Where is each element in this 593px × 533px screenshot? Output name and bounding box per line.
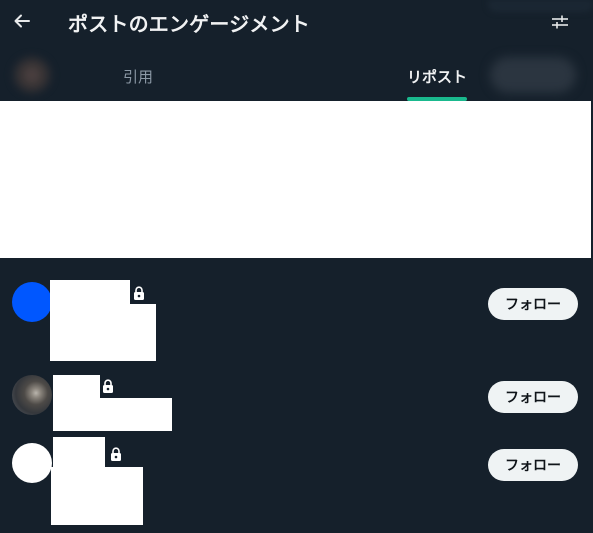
top-bar: ポストのエンゲージメント (0, 0, 593, 44)
tab-reposts[interactable]: リポスト (395, 50, 479, 101)
avatar[interactable] (12, 375, 52, 415)
follow-button[interactable]: フォロー (488, 449, 578, 481)
user-list-item[interactable]: フォロー (0, 276, 593, 366)
tab-quotes[interactable]: 引用 (100, 50, 176, 101)
page-title: ポストのエンゲージメント (68, 12, 310, 36)
tab-bar: 引用 リポスト (0, 50, 593, 101)
settings-button[interactable] (547, 9, 573, 35)
user-list-item[interactable]: フォロー (0, 370, 593, 434)
tab-label: リポスト (407, 68, 468, 86)
redacted-text (53, 398, 172, 431)
avatar[interactable] (12, 282, 52, 322)
redacted-text (51, 467, 143, 525)
redacted-area (0, 101, 591, 258)
redacted-name (50, 280, 130, 306)
sliders-icon (552, 15, 568, 29)
user-list-item[interactable]: フォロー (0, 436, 593, 528)
redacted-text (50, 304, 156, 361)
blurred-region (488, 0, 593, 12)
arrow-left-icon (14, 14, 30, 28)
redacted-name (53, 437, 105, 469)
lock-icon (111, 447, 121, 461)
redacted-name (53, 375, 100, 399)
tab-label: 引用 (123, 68, 154, 86)
follow-button[interactable]: フォロー (488, 381, 578, 413)
blurred-avatar (12, 56, 52, 94)
blurred-region (490, 57, 576, 93)
lock-icon (134, 286, 144, 300)
follow-button[interactable]: フォロー (488, 288, 578, 320)
back-button[interactable] (9, 8, 35, 34)
avatar[interactable] (12, 443, 52, 483)
lock-icon (103, 379, 113, 393)
